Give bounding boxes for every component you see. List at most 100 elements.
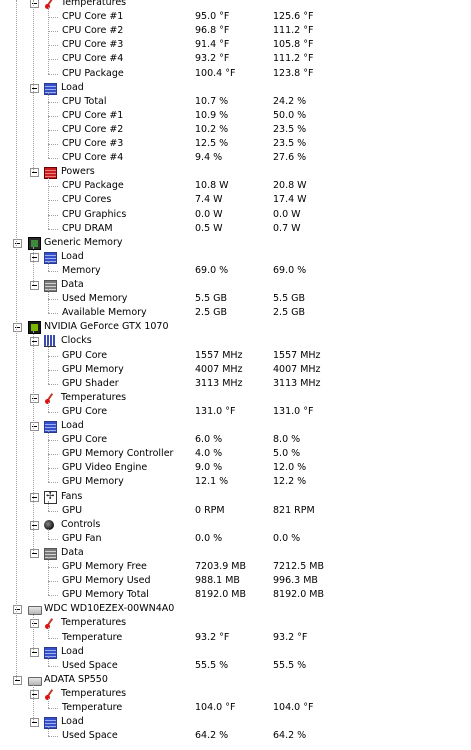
tree-guide-line — [16, 0, 17, 680]
sensor-row[interactable]: CPU Core #1 95.0 °F 125.6 °F — [0, 10, 471, 24]
sensor-row[interactable]: CPU Core #1 10.9 % 50.0 % — [0, 109, 471, 123]
sensor-row[interactable]: CPU Core #2 10.2 % 23.5 % — [0, 123, 471, 137]
sensor-tree[interactable]: Temperatures CPU Core #1 95.0 °F 125.6 °F CP… — [0, 0, 471, 750]
thermometer-icon — [44, 688, 56, 700]
sensor-group-row[interactable]: Load — [0, 645, 471, 659]
sensor-row[interactable]: GPU Memory 4007 MHz 4007 MHz — [0, 363, 471, 377]
sensor-row[interactable]: GPU Memory Controller 4.0 % 5.0 % — [0, 447, 471, 461]
sensor-group-row[interactable]: Clocks — [0, 334, 471, 348]
data-icon — [44, 547, 57, 560]
sensor-label: GPU Memory — [62, 476, 124, 488]
collapse-toggle[interactable] — [30, 393, 39, 403]
tree-guide-line — [48, 289, 49, 314]
sensor-row[interactable]: GPU Shader 3113 MHz 3113 MHz — [0, 377, 471, 391]
sensor-row[interactable]: Temperature 104.0 °F 104.0 °F — [0, 701, 471, 715]
sensor-group-row[interactable]: Temperatures — [0, 687, 471, 701]
sensor-row[interactable]: GPU Fan 0.0 % 0.0 % — [0, 532, 471, 546]
sensor-label: CPU Total — [62, 95, 107, 107]
sensor-group-row[interactable]: Data — [0, 546, 471, 560]
sensor-row[interactable]: Temperature 93.2 °F 93.2 °F — [0, 631, 471, 645]
sensor-max: 104.0 °F — [273, 702, 314, 713]
collapse-toggle[interactable] — [13, 675, 22, 685]
sensor-value: 0.5 W — [195, 222, 223, 234]
node-label: Load — [61, 645, 84, 657]
hardware-row[interactable]: ADATA SP550 — [0, 673, 471, 687]
sensor-row[interactable]: CPU Core #4 9.4 % 27.6 % — [0, 151, 471, 165]
collapse-toggle[interactable] — [30, 718, 39, 728]
tree-guide-line — [48, 260, 49, 271]
sensor-row[interactable]: Used Space 64.2 % 64.2 % — [0, 729, 471, 743]
sensor-row[interactable]: GPU Memory Total 8192.0 MB 8192.0 MB — [0, 588, 471, 602]
sensor-row[interactable]: GPU Core 1557 MHz 1557 MHz — [0, 349, 471, 363]
sensor-label: CPU Core #3 — [62, 138, 124, 149]
collapse-toggle[interactable] — [13, 238, 22, 248]
gpu-icon — [28, 321, 41, 335]
sensor-row[interactable]: CPU Package 10.8 W 20.8 W — [0, 179, 471, 193]
collapse-toggle[interactable] — [30, 647, 39, 657]
sensor-group-row[interactable]: Data — [0, 278, 471, 292]
sensor-row[interactable]: CPU Package 100.4 °F 123.8 °F — [0, 67, 471, 81]
sensor-row[interactable]: CPU Core #2 96.8 °F 111.2 °F — [0, 24, 471, 38]
sensor-value: 3113 MHz — [195, 377, 243, 389]
sensor-row[interactable]: Memory 69.0 % 69.0 % — [0, 264, 471, 278]
sensor-label: CPU Package — [62, 67, 124, 79]
sensor-row[interactable]: CPU DRAM 0.5 W 0.7 W — [0, 222, 471, 236]
sensor-group-row[interactable]: Powers — [0, 165, 471, 180]
sensor-group-row[interactable]: Temperatures — [0, 391, 471, 405]
sensor-row[interactable]: GPU Memory 12.1 % 12.2 % — [0, 475, 471, 489]
collapse-toggle[interactable] — [13, 605, 22, 615]
sensor-label: Temperature — [62, 702, 123, 713]
sensor-group-row[interactable]: Load — [0, 81, 471, 95]
sensor-group-row[interactable]: Temperatures — [0, 0, 471, 10]
sensor-group-row[interactable]: Load — [0, 250, 471, 264]
collapse-toggle[interactable] — [30, 337, 39, 347]
sensor-max: 93.2 °F — [273, 631, 308, 643]
sensor-value: 7.4 W — [195, 194, 223, 206]
sensor-row[interactable]: CPU Cores 7.4 W 17.4 W — [0, 193, 471, 207]
sensor-value: 100.4 °F — [195, 67, 236, 79]
collapse-toggle[interactable] — [30, 0, 39, 8]
sensor-row[interactable]: Used Space 55.5 % 55.5 % — [0, 659, 471, 673]
hardware-row[interactable]: Generic Memory — [0, 236, 471, 250]
tree-guide-line — [48, 655, 49, 666]
sensor-row[interactable]: CPU Graphics 0.0 W 0.0 W — [0, 208, 471, 222]
collapse-toggle[interactable] — [30, 168, 39, 178]
sensor-row[interactable]: CPU Core #3 12.5 % 23.5 % — [0, 137, 471, 151]
collapse-toggle[interactable] — [13, 323, 22, 333]
sensor-max: 17.4 W — [273, 194, 307, 206]
collapse-toggle[interactable] — [30, 422, 39, 431]
sensor-value: 988.1 MB — [195, 575, 240, 587]
sensor-row[interactable]: CPU Core #4 93.2 °F 111.2 °F — [0, 52, 471, 66]
collapse-toggle[interactable] — [30, 548, 39, 558]
sensor-group-row[interactable]: Controls — [0, 518, 471, 532]
sensor-row[interactable]: GPU Memory Used 988.1 MB 996.3 MB — [0, 574, 471, 588]
sensor-row[interactable]: GPU Video Engine 9.0 % 12.0 % — [0, 461, 471, 475]
collapse-toggle[interactable] — [30, 492, 39, 502]
sensor-row[interactable]: CPU Total 10.7 % 24.2 % — [0, 95, 471, 109]
sensor-row[interactable]: GPU Core 131.0 °F 131.0 °F — [0, 405, 471, 419]
sensor-row[interactable]: CPU Core #3 91.4 °F 105.8 °F — [0, 38, 471, 52]
sensor-row[interactable]: GPU Memory Free 7203.9 MB 7212.5 MB — [0, 560, 471, 574]
sensor-row[interactable]: Available Memory 2.5 GB 2.5 GB — [0, 306, 471, 320]
power-icon — [44, 167, 57, 180]
sensor-group-row[interactable]: Load — [0, 715, 471, 730]
sensor-max: 0.0 % — [273, 532, 301, 544]
sensor-row[interactable]: Used Memory 5.5 GB 5.5 GB — [0, 292, 471, 306]
hardware-row[interactable]: NVIDIA GeForce GTX 1070 — [0, 320, 471, 335]
node-label: NVIDIA GeForce GTX 1070 — [44, 321, 169, 333]
sensor-row[interactable]: GPU Core 6.0 % 8.0 % — [0, 433, 471, 447]
sensor-row[interactable]: GPU 0 RPM 821 RPM — [0, 504, 471, 518]
load-icon — [44, 251, 57, 264]
tree-guide-line — [48, 500, 49, 511]
collapse-toggle[interactable] — [30, 520, 39, 530]
collapse-toggle[interactable] — [30, 619, 39, 629]
collapse-toggle[interactable] — [30, 281, 39, 290]
collapse-toggle[interactable] — [30, 689, 39, 699]
sensor-group-row[interactable]: Fans — [0, 490, 471, 504]
collapse-toggle[interactable] — [30, 252, 39, 262]
sensor-group-row[interactable]: Load — [0, 419, 471, 433]
collapse-toggle[interactable] — [30, 83, 39, 93]
sensor-group-row[interactable]: Temperatures — [0, 616, 471, 630]
hardware-row[interactable]: WDC WD10EZEX-00WN4A0 — [0, 602, 471, 616]
sensor-label: GPU Shader — [62, 377, 119, 389]
